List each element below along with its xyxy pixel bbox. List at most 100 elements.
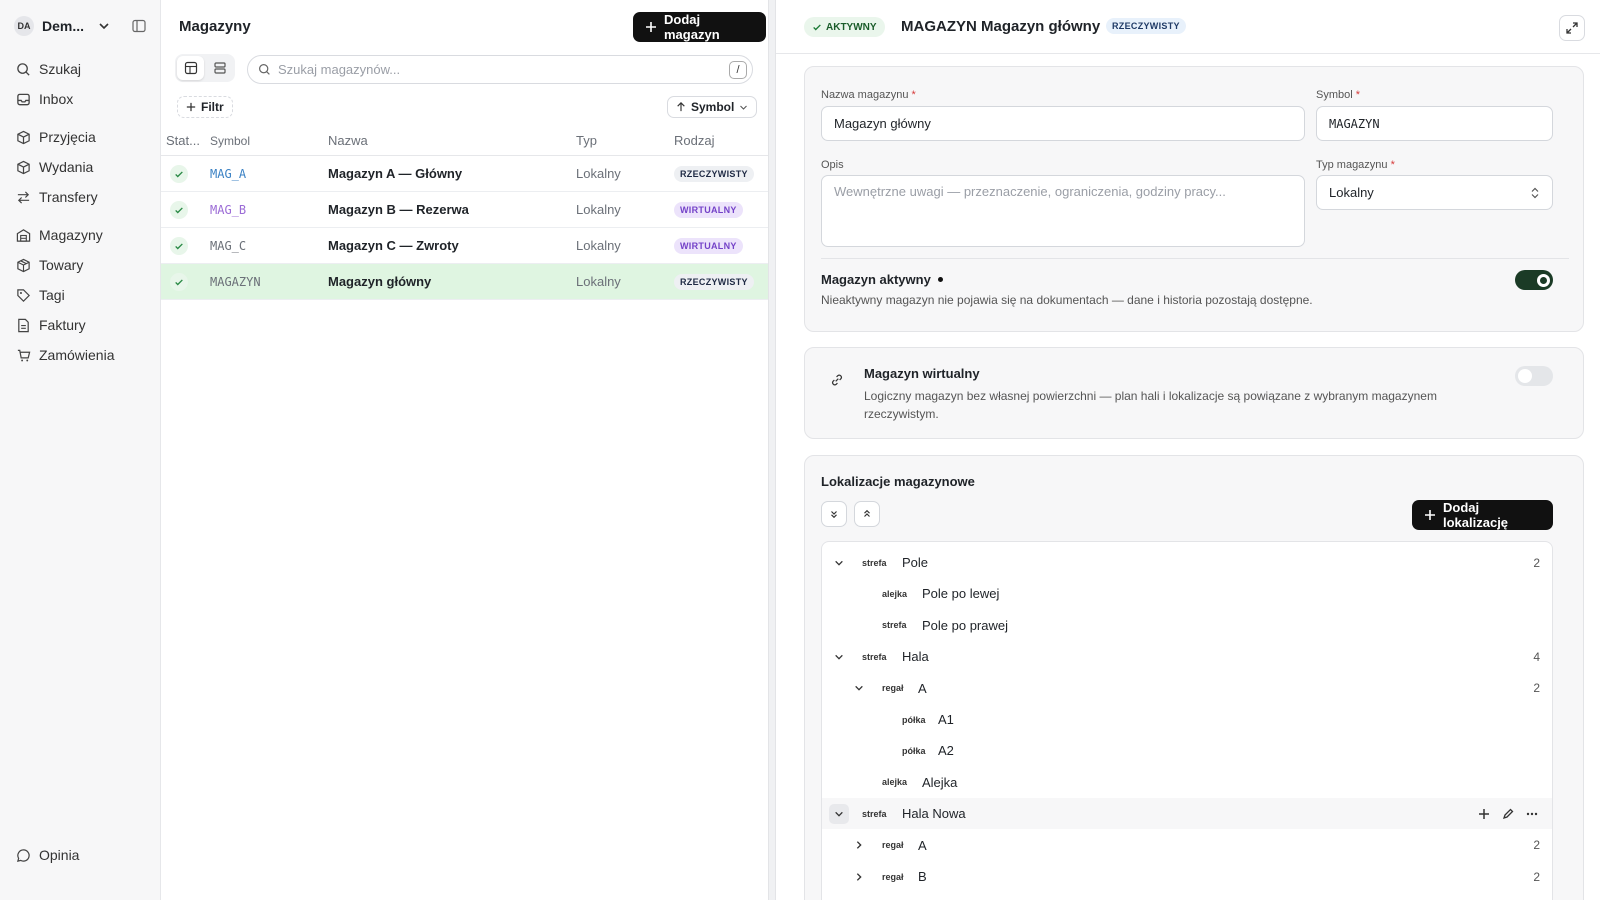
table-row[interactable]: MAG_B Magazyn B — Rezerwa Lokalny WIRTUALNY bbox=[161, 192, 768, 228]
name-cell: Magazyn B — Rezerwa bbox=[328, 202, 469, 217]
chevron-down-icon[interactable] bbox=[849, 678, 869, 698]
column-header-type[interactable]: Typ bbox=[576, 133, 674, 148]
sidebar-item-towary[interactable]: Towary bbox=[16, 254, 156, 276]
sidebar-item-wydania[interactable]: Wydania bbox=[16, 156, 156, 178]
add-warehouse-button[interactable]: Dodaj magazyn bbox=[633, 12, 766, 42]
chevron-right-icon[interactable] bbox=[849, 835, 869, 855]
add-child-icon[interactable] bbox=[1478, 808, 1490, 820]
location-name: A bbox=[918, 837, 927, 853]
tree-node[interactable]: półka A1 bbox=[822, 704, 1552, 735]
sidebar-item-label: Szukaj bbox=[39, 61, 82, 77]
sidebar-toggle-icon[interactable] bbox=[132, 19, 146, 33]
location-type: alejka bbox=[882, 588, 908, 599]
collapse-all-button[interactable] bbox=[821, 501, 847, 527]
column-header-kind[interactable]: Rodzaj bbox=[674, 133, 768, 148]
sidebar-item-faktury[interactable]: Faktury bbox=[16, 314, 156, 336]
table-row[interactable]: MAG_C Magazyn C — Zwroty Lokalny WIRTUALNY bbox=[161, 228, 768, 264]
chevrons-up-icon bbox=[862, 509, 872, 519]
sidebar-item-label: Towary bbox=[39, 257, 84, 273]
sidebar-item-label: Magazyny bbox=[39, 227, 103, 243]
tree-node[interactable]: półka A2 bbox=[822, 735, 1552, 766]
warehouse-list-panel: Magazyny Dodaj magazyn / Filtr Symbol St… bbox=[161, 0, 768, 900]
virtual-warehouse-card: Magazyn wirtualny Logiczny magazyn bez w… bbox=[804, 347, 1584, 439]
type-cell: Lokalny bbox=[576, 202, 621, 217]
kind-badge: WIRTUALNY bbox=[674, 202, 743, 218]
symbol-cell: MAG_C bbox=[210, 238, 247, 253]
location-name: A2 bbox=[938, 743, 954, 759]
edit-icon[interactable] bbox=[1502, 808, 1514, 820]
name-cell: Magazyn C — Zwroty bbox=[328, 238, 459, 253]
tree-node[interactable]: strefa Hala Nowa bbox=[822, 798, 1552, 830]
sidebar-item-zamowienia[interactable]: Zamówienia bbox=[16, 344, 156, 366]
table-row[interactable]: MAGAZYN Magazyn główny Lokalny RZECZYWISTY bbox=[161, 264, 768, 300]
column-header-symbol[interactable]: Symbol bbox=[210, 134, 328, 148]
type-cell: Lokalny bbox=[576, 166, 621, 181]
symbol-input[interactable] bbox=[1329, 116, 1540, 131]
detail-header: AKTYWNY MAGAZYN Magazyn główny RZECZYWIS… bbox=[776, 0, 1600, 54]
chevron-right-icon[interactable] bbox=[849, 867, 869, 887]
expand-icon[interactable] bbox=[1559, 15, 1585, 41]
location-type: strefa bbox=[882, 620, 907, 631]
table-header: Stat... Symbol Nazwa Typ Rodzaj bbox=[161, 126, 768, 156]
name-input[interactable] bbox=[834, 116, 1292, 131]
tree-node[interactable]: alejka Pole po lewej bbox=[822, 578, 1552, 609]
type-cell: Lokalny bbox=[576, 238, 621, 253]
sort-button[interactable]: Symbol bbox=[667, 96, 758, 118]
table-view-icon[interactable] bbox=[177, 56, 204, 80]
location-count: 2 bbox=[1533, 838, 1540, 853]
list-view-icon[interactable] bbox=[206, 56, 233, 80]
sidebar-item-przyjecia[interactable]: Przyjęcia bbox=[16, 126, 156, 148]
package-icon bbox=[16, 258, 31, 273]
workspace-switcher[interactable]: DA Dem... bbox=[14, 16, 110, 36]
sidebar-item-opinia[interactable]: Opinia bbox=[16, 844, 156, 866]
tree-node[interactable]: regał A 2 bbox=[822, 673, 1552, 704]
tree-node[interactable]: strefa Pole 2 bbox=[822, 547, 1552, 578]
locations-card: Lokalizacje magazynowe Dodaj lokalizację… bbox=[804, 455, 1584, 900]
chevron-down-icon[interactable] bbox=[829, 803, 849, 824]
plus-icon bbox=[645, 21, 657, 33]
column-header-status[interactable]: Stat... bbox=[161, 133, 210, 148]
table-row[interactable]: MAG_A Magazyn A — Główny Lokalny RZECZYWIST… bbox=[161, 156, 768, 192]
divider bbox=[821, 258, 1569, 259]
tree-node[interactable]: strefa Pole po prawej bbox=[822, 610, 1552, 641]
symbol-cell: MAGAZYN bbox=[210, 274, 261, 289]
sidebar-item-label: Przyjęcia bbox=[39, 129, 96, 145]
sidebar-item-transfery[interactable]: Transfery bbox=[16, 186, 156, 208]
active-toggle-title: Magazyn aktywny bbox=[821, 272, 943, 287]
location-name: Pole bbox=[902, 555, 929, 570]
virtual-toggle[interactable] bbox=[1515, 366, 1553, 386]
tree-node[interactable]: regał A 2 bbox=[822, 830, 1552, 861]
warehouse-table: Stat... Symbol Nazwa Typ Rodzaj MAG_A Mag… bbox=[161, 126, 768, 300]
search-input[interactable] bbox=[278, 62, 722, 77]
locations-tree: strefa Pole 2 alejka Pole po lewej strefa Pole… bbox=[821, 541, 1553, 900]
type-select[interactable]: Lokalny bbox=[1316, 175, 1553, 210]
tree-node[interactable]: strefa Hala 4 bbox=[822, 641, 1552, 672]
chevron-down-icon[interactable] bbox=[829, 647, 849, 667]
link-icon bbox=[830, 373, 844, 387]
panel-resize-handle[interactable] bbox=[768, 0, 776, 900]
tree-node[interactable]: alejka Alejka bbox=[822, 767, 1552, 798]
sidebar-item-inbox[interactable]: Inbox bbox=[16, 88, 156, 110]
kind-badge: RZECZYWISTY bbox=[1106, 18, 1186, 34]
filter-button[interactable]: Filtr bbox=[177, 96, 233, 118]
column-header-name[interactable]: Nazwa bbox=[328, 133, 576, 148]
sidebar-item-magazyny[interactable]: Magazyny bbox=[16, 224, 156, 246]
sidebar-item-label: Wydania bbox=[39, 159, 94, 175]
chevron-down-icon[interactable] bbox=[829, 553, 849, 573]
more-icon[interactable] bbox=[1526, 808, 1538, 820]
description-field-label: Opis bbox=[821, 159, 844, 171]
warehouse-icon bbox=[16, 228, 31, 243]
name-field[interactable] bbox=[821, 106, 1305, 141]
tree-node[interactable]: regał B 2 bbox=[822, 861, 1552, 892]
symbol-cell: MAG_A bbox=[210, 166, 247, 181]
kind-cell: WIRTUALNY bbox=[674, 201, 768, 218]
sidebar-item-tagi[interactable]: Tagi bbox=[16, 284, 156, 306]
active-toggle[interactable] bbox=[1515, 270, 1553, 290]
description-textarea[interactable] bbox=[834, 184, 1292, 229]
expand-all-button[interactable] bbox=[854, 501, 880, 527]
warehouse-detail-panel: AKTYWNY MAGAZYN Magazyn główny RZECZYWIS… bbox=[776, 0, 1600, 900]
sidebar-item-szukaj[interactable]: Szukaj bbox=[16, 58, 156, 80]
description-field[interactable] bbox=[821, 175, 1305, 247]
symbol-field[interactable] bbox=[1316, 106, 1553, 141]
add-location-button[interactable]: Dodaj lokalizację bbox=[1412, 500, 1553, 530]
